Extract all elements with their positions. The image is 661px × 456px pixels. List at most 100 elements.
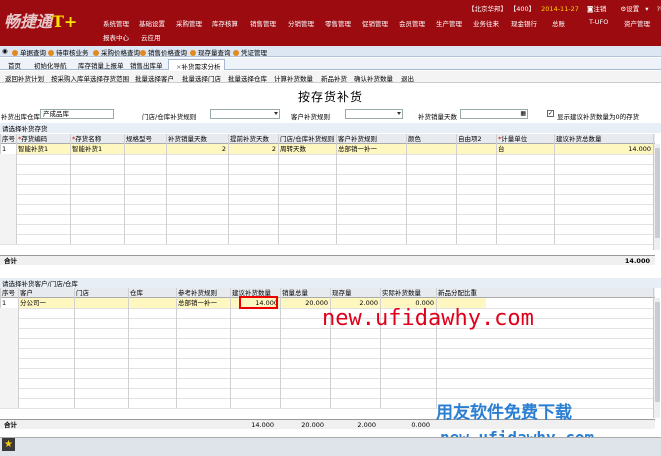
column-header[interactable]: 参考补货规则 (176, 288, 230, 298)
favorites-star-icon[interactable]: ★ (2, 438, 15, 451)
calendar-icon[interactable]: ▦ (520, 110, 526, 118)
toolbar-button[interactable]: 新品补货 (321, 73, 347, 83)
table-cell[interactable]: 智能补货1 (16, 144, 70, 154)
table-cell[interactable]: 1 (0, 144, 16, 154)
toolbar-button[interactable]: 退出 (401, 73, 414, 83)
column-header[interactable]: 自由项2 (456, 134, 496, 144)
tab-4[interactable]: ×补货需求分析 (168, 59, 226, 71)
grid1-scrollbar[interactable] (653, 144, 660, 250)
menu-item[interactable]: 生产管理 (436, 18, 462, 28)
quick-link[interactable]: 采购价格查询 (93, 47, 140, 57)
menu-item[interactable]: 分销管理 (288, 18, 314, 28)
menu-item[interactable]: 基础设置 (139, 18, 165, 28)
toolbar-button[interactable]: 批量选择客户 (135, 73, 174, 83)
menu-item[interactable]: 业务往来 (473, 18, 499, 28)
row-number-cell (0, 318, 18, 328)
column-header[interactable]: 序号 (0, 288, 18, 298)
toolbar-button[interactable]: 确认补货数量 (354, 73, 393, 83)
column-header[interactable]: 规格型号 (124, 134, 166, 144)
toolbar-button[interactable]: 批量选择仓库 (228, 73, 267, 83)
inventory-grid: 序号 *存货编码 *存货名称 规格型号 补货销量天数 提前补货天数 门店/仓库补货规则 客户补… (0, 134, 655, 252)
grid2-section-label: 请选择补货客户/门店/仓库 (0, 278, 661, 288)
column-header[interactable]: 门店/仓库补货规则 (278, 134, 336, 144)
table-cell[interactable]: 1 (0, 298, 18, 308)
quick-link[interactable]: 待审核业务 (48, 47, 89, 57)
column-header[interactable]: 现存量 (330, 288, 380, 298)
row-divider (0, 214, 653, 215)
quick-link[interactable]: 单据查询 (12, 47, 46, 57)
table-cell[interactable] (74, 298, 128, 308)
column-header[interactable]: 客户 (18, 288, 74, 298)
quick-links-toggle-icon[interactable]: ◉ (2, 47, 8, 55)
column-header[interactable]: 序号 (0, 134, 16, 144)
customer-rule-select[interactable] (345, 109, 403, 119)
table-cell[interactable]: 台 (496, 144, 554, 154)
quick-link[interactable]: 现存量查询 (190, 47, 231, 57)
menu-item[interactable]: 采购管理 (176, 18, 202, 28)
show-zero-checkbox[interactable]: ✓ (547, 110, 554, 117)
table-cell[interactable]: 总部销一补一 (336, 144, 406, 154)
tab-1[interactable]: 初始化导航 (30, 59, 71, 70)
column-header[interactable]: *计量单位 (496, 134, 554, 144)
column-header[interactable]: *存货编码 (16, 134, 70, 144)
quick-link[interactable]: 凭证管理 (233, 47, 267, 57)
menu-item[interactable]: 销售管理 (250, 18, 276, 28)
quick-link-icon (12, 50, 18, 56)
logout-link[interactable]: ◙注销 (587, 5, 612, 13)
store-rule-label: 门店/仓库补货规则 (142, 113, 197, 121)
table-cell[interactable]: 总部销一补一 (176, 298, 230, 308)
table-cell[interactable] (128, 298, 176, 308)
row-divider (0, 184, 653, 185)
column-header[interactable]: 仓库 (128, 288, 176, 298)
column-header[interactable]: 门店 (74, 288, 128, 298)
scrollbar-thumb[interactable] (655, 148, 660, 238)
toolbar-button[interactable]: 批量选择门店 (182, 73, 221, 83)
column-header[interactable]: 补货销量天数 (166, 134, 228, 144)
help-link[interactable]: ?帮助 (657, 5, 661, 13)
total-sales: 20.000 (301, 421, 324, 429)
toolbar-button[interactable]: 按采购入库单选择存货范围 (51, 73, 129, 83)
column-header[interactable]: *存货名称 (70, 134, 124, 144)
column-header[interactable]: 提前补货天数 (228, 134, 278, 144)
tab-0[interactable]: 首页 (4, 59, 25, 70)
menu-item[interactable]: 系统管理 (103, 18, 129, 28)
login-date: 2014-11-27 (541, 5, 579, 13)
sales-days-field[interactable]: ▦ (460, 109, 528, 119)
column-header[interactable]: 颜色 (406, 134, 456, 144)
menu-item[interactable]: 零售管理 (325, 18, 351, 28)
toolbar-button[interactable]: 返回补货计划 (5, 73, 44, 83)
column-header[interactable]: 实际补货数量 (380, 288, 436, 298)
column-header[interactable]: 新品分配比重 (436, 288, 486, 298)
menu-item[interactable]: 会员管理 (399, 18, 425, 28)
menu-item[interactable]: 现金银行 (511, 18, 537, 28)
column-header[interactable]: 建议补货总数量 (554, 134, 653, 144)
table-cell[interactable]: 2 (228, 144, 278, 154)
menu-item[interactable]: 云应用 (141, 32, 161, 42)
quick-link[interactable]: 销售价格查询 (140, 47, 187, 57)
table-cell[interactable]: 周转天数 (278, 144, 336, 154)
tab-2[interactable]: 库存销量上报单 (74, 59, 128, 70)
table-cell[interactable]: 智能补货1 (70, 144, 124, 154)
tab-3[interactable]: 销售出库单 (126, 59, 167, 70)
table-cell[interactable]: 14.000 (554, 144, 653, 154)
table-cell[interactable] (456, 144, 496, 154)
menu-item[interactable]: T-UFO (589, 18, 608, 26)
column-header[interactable]: 销量总量 (280, 288, 330, 298)
warehouse-field[interactable]: 产成品库 (40, 109, 114, 119)
table-cell[interactable] (406, 144, 456, 154)
menu-item[interactable]: 库存核算 (212, 18, 238, 28)
store-rule-select[interactable] (210, 109, 280, 119)
scrollbar-thumb[interactable] (655, 302, 660, 402)
menu-item[interactable]: 资产管理 (624, 18, 650, 28)
menu-item[interactable]: 总账 (552, 18, 565, 28)
menu-item[interactable]: 促销管理 (362, 18, 388, 28)
table-cell[interactable]: 分公司一 (18, 298, 74, 308)
grid2-scrollbar[interactable] (653, 298, 660, 418)
menu-item[interactable]: 报表中心 (103, 32, 129, 42)
table-cell[interactable] (124, 144, 166, 154)
quick-link-icon (48, 50, 54, 56)
settings-link[interactable]: ⚙设置 ▾ (620, 5, 648, 13)
toolbar-button[interactable]: 计算补货数量 (274, 73, 313, 83)
table-cell[interactable]: 2 (166, 144, 228, 154)
column-header[interactable]: 客户补货规则 (336, 134, 406, 144)
